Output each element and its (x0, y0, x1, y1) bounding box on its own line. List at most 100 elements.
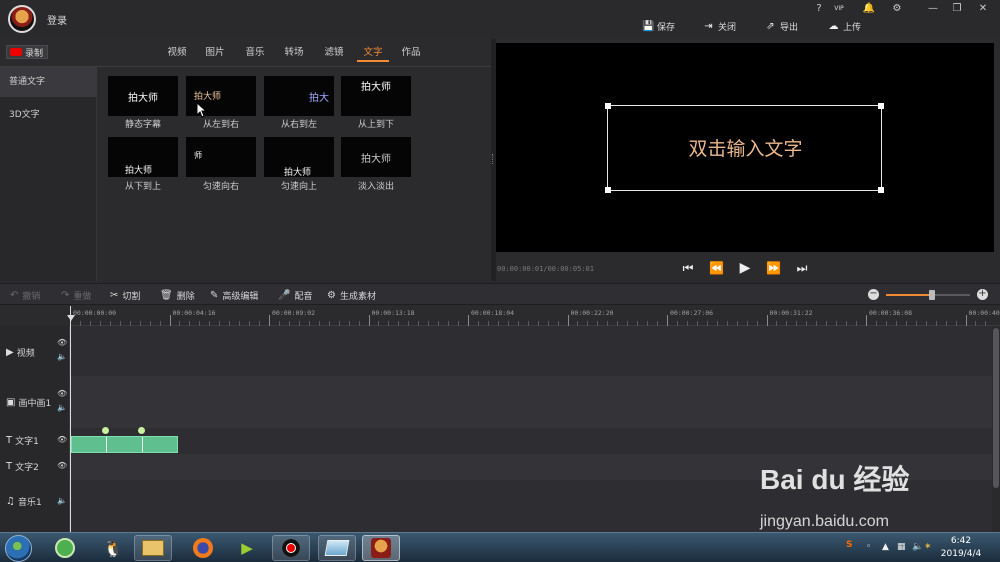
help-icon[interactable]: ? (808, 2, 830, 16)
export-button[interactable]: ⇗ 导出 (765, 18, 798, 34)
timeline-ruler[interactable]: 00:00:00:00 00:00:04:16 00:00:09:02 00:00:1… (70, 306, 1000, 326)
effect-thumb-static[interactable]: 拍大师 (108, 76, 178, 116)
browser-360-icon[interactable] (46, 535, 84, 561)
firefox-icon[interactable] (184, 535, 222, 561)
eye-icon[interactable]: 👁 (57, 389, 67, 398)
clock-time[interactable]: 6:42 (936, 536, 986, 546)
resize-handle[interactable] (605, 187, 611, 193)
zoom-slider[interactable] (886, 290, 970, 300)
export-label: 导出 (780, 22, 799, 33)
tray-arrow-icon[interactable]: ▲ (882, 542, 889, 552)
dubbing-button[interactable]: 🎤 配音 (278, 288, 312, 302)
ruler-major-tick (766, 315, 768, 326)
network-icon[interactable]: ▦ (897, 542, 906, 552)
speaker-icon[interactable]: 🔈 (57, 496, 67, 505)
lane-pip[interactable] (71, 376, 992, 428)
text-selection-box[interactable]: 双击输入文字 (605, 103, 884, 193)
lane-video[interactable] (71, 326, 992, 376)
eye-icon[interactable]: 👁 (57, 435, 67, 444)
playhead-handle[interactable] (67, 315, 75, 321)
zoom-in-icon[interactable]: + (977, 289, 988, 300)
app-window-icon[interactable] (318, 535, 356, 561)
delete-button[interactable]: 🗑 删除 (160, 288, 195, 302)
resize-handle[interactable] (878, 187, 884, 193)
gear-icon[interactable]: ⚙ (886, 2, 908, 16)
tab-works[interactable]: 作品 (397, 46, 425, 62)
vip-icon[interactable]: VIP (828, 2, 850, 16)
overlay-text[interactable]: 双击输入文字 (608, 134, 883, 161)
scissors-icon: ✂ (110, 289, 119, 301)
next-frame-icon[interactable]: ⏩ (766, 261, 781, 275)
zoom-out-icon[interactable]: − (868, 289, 879, 300)
bell-icon[interactable]: 🔔 (858, 2, 880, 16)
clock-date[interactable]: 2019/4/4 (936, 549, 986, 559)
preview-screen[interactable]: 双击输入文字 (496, 43, 994, 252)
clip-keyframe[interactable] (138, 427, 145, 434)
user-avatar[interactable] (8, 5, 36, 33)
paidashi-app-icon[interactable] (362, 535, 400, 561)
clip-segment-divider (106, 437, 107, 452)
effect-thumb-scroll-right[interactable]: 师 (186, 137, 256, 177)
zoom-slider-knob[interactable] (929, 290, 936, 300)
speaker-icon[interactable]: 🔈 (57, 403, 67, 412)
sidebar-item-normal-text[interactable]: 普通文字 (0, 67, 97, 97)
record-button[interactable]: 录制 (6, 45, 48, 59)
restore-icon[interactable]: ❐ (946, 2, 968, 16)
eye-icon[interactable]: 👁 (57, 461, 67, 470)
cut-button[interactable]: ✂ 切割 (110, 288, 140, 302)
timeline-scrollbar[interactable] (992, 326, 1000, 532)
previous-frame-icon[interactable]: ⏪ (709, 261, 724, 275)
text-clip[interactable] (71, 436, 178, 453)
tab-video[interactable]: 视频 (163, 46, 191, 62)
effect-thumb-fade[interactable]: 拍大师 (341, 137, 411, 177)
play-icon[interactable]: ▶ (738, 261, 752, 275)
screen-recorder-icon[interactable] (272, 535, 310, 561)
file-explorer-icon[interactable] (134, 535, 172, 561)
notification-icon[interactable]: ✶ (924, 542, 932, 552)
eye-icon[interactable]: 👁 (57, 338, 67, 347)
tab-transition[interactable]: 转场 (280, 46, 308, 62)
advanced-edit-button[interactable]: ✎ 高级编辑 (210, 288, 258, 302)
login-link[interactable]: 登录 (47, 12, 67, 27)
language-icon[interactable]: ◦ (866, 542, 871, 552)
minimize-icon[interactable]: — (922, 2, 944, 16)
preview-timecode: 00:00:00:01/00:00:05:01 (497, 265, 594, 273)
effect-thumb-top-to-bottom[interactable]: 拍大师 (341, 76, 411, 116)
undo-button[interactable]: ↶ 撤销 (10, 288, 40, 302)
ruler-tick-label: 00:00:40: (968, 309, 1000, 317)
playhead[interactable] (70, 306, 71, 532)
effect-preview-text: 拍大 (309, 93, 329, 104)
redo-button[interactable]: ↷ 重做 (61, 288, 91, 302)
edit-toolbar: ↶ 撤销 ↷ 重做 ✂ 切割 🗑 删除 ✎ 高级编辑 🎤 配音 ⚙ 生成素材 − (0, 283, 1000, 305)
title-bar: 登录 ? VIP 🔔 ⚙ — ❐ ✕ 💾 保存 ⇥ 关闭 ⇗ 导出 ☁ 上传 (0, 0, 1000, 38)
speaker-icon[interactable]: 🔈 (57, 352, 67, 361)
save-button[interactable]: 💾 保存 (642, 18, 675, 34)
resize-handle[interactable] (878, 103, 884, 109)
effect-thumb-right-to-left[interactable]: 拍大 (264, 76, 334, 116)
tab-text[interactable]: 文字 (357, 46, 389, 62)
volume-icon[interactable]: 🔈 (912, 542, 923, 552)
skip-to-start-icon[interactable]: ⏮ (681, 261, 695, 275)
sidebar-item-3d-text[interactable]: 3D文字 (0, 100, 97, 130)
sogou-input-icon[interactable]: S (846, 540, 852, 550)
tab-filter[interactable]: 滤镜 (320, 46, 348, 62)
upload-button[interactable]: ☁ 上传 (828, 18, 862, 34)
media-panel: 视频 图片 音乐 转场 滤镜 文字 作品 录制 普通文字 3D文字 拍大师 静态… (0, 39, 491, 281)
skip-to-end-icon[interactable]: ⏭ (795, 261, 809, 275)
effect-thumb-bottom-to-top[interactable]: 拍大师 (108, 137, 178, 177)
clip-keyframe[interactable] (102, 427, 109, 434)
effect-thumb-scroll-up[interactable]: 拍大师 (264, 137, 334, 178)
qq-icon[interactable]: 🐧 (94, 535, 132, 561)
tab-music[interactable]: 音乐 (241, 46, 269, 62)
close-icon[interactable]: ✕ (972, 2, 994, 16)
track-label: 音乐1 (17, 497, 42, 508)
tab-image[interactable]: 图片 (201, 46, 229, 62)
resize-handle[interactable] (605, 103, 611, 109)
generate-material-button[interactable]: ⚙ 生成素材 (327, 288, 376, 302)
media-player-icon[interactable]: ▶ (228, 535, 266, 561)
lane-text1[interactable] (71, 428, 992, 454)
music-track-icon: ♫ (6, 495, 15, 507)
cut-label: 切割 (122, 291, 141, 302)
close-project-button[interactable]: ⇥ 关闭 (703, 18, 736, 34)
start-button[interactable] (5, 535, 32, 562)
